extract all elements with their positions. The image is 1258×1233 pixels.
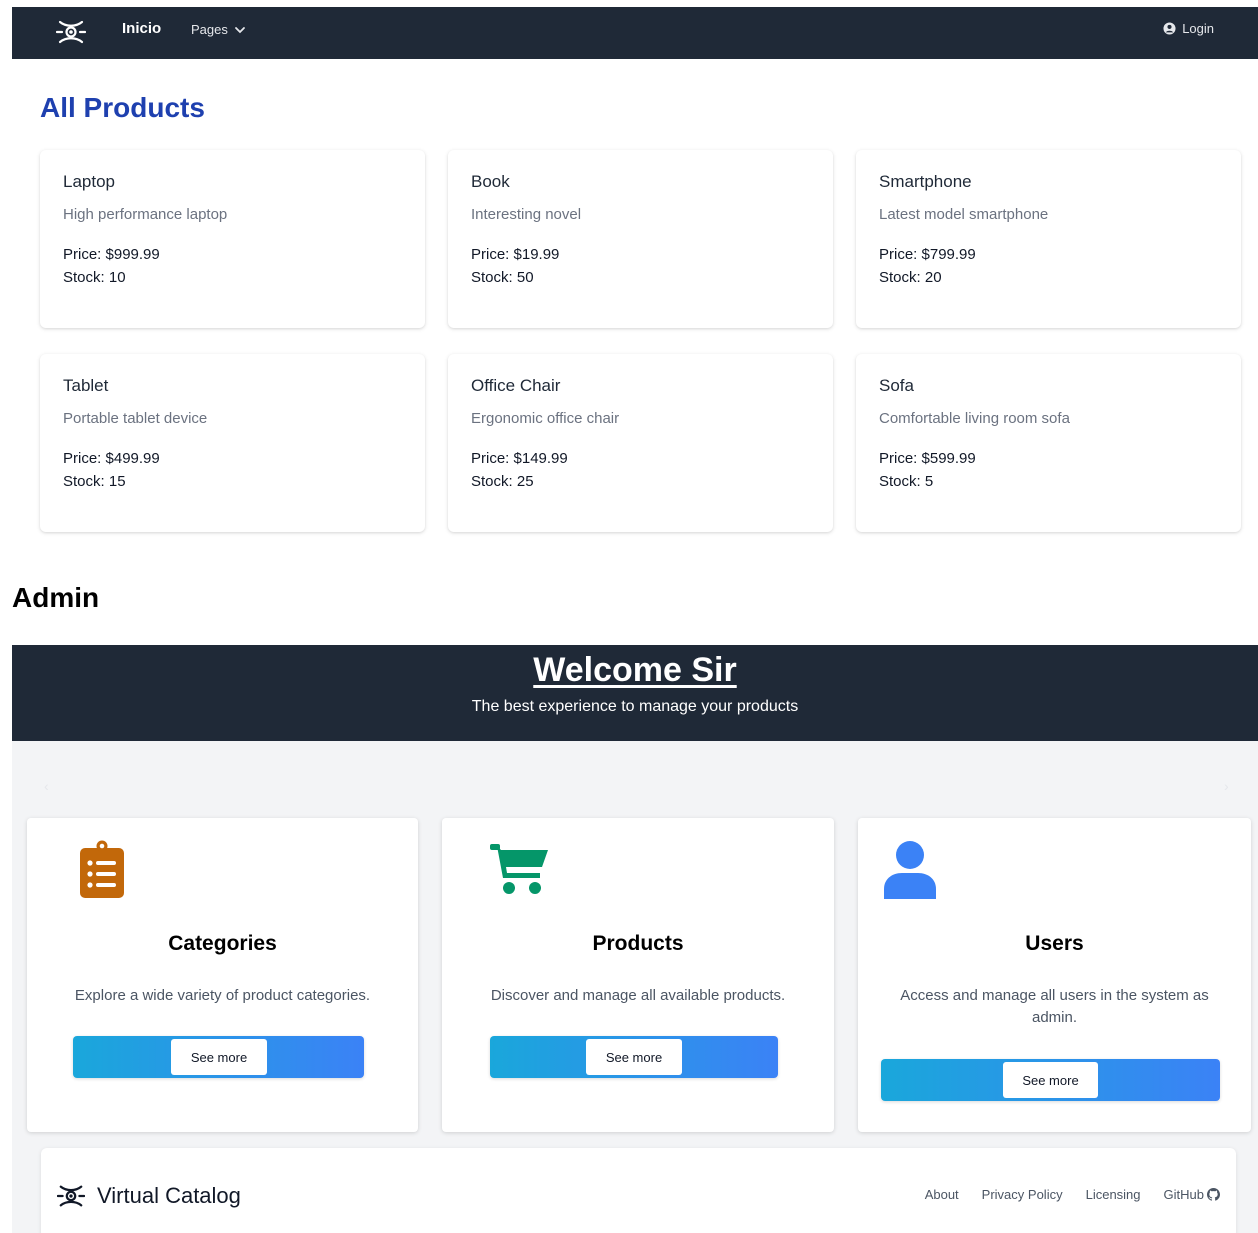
footer: Virtual Catalog About Privacy Policy Lic… bbox=[41, 1148, 1236, 1233]
product-name: Sofa bbox=[879, 376, 914, 395]
product-stock: Stock: 25 bbox=[471, 473, 534, 490]
see-more-bar: See more bbox=[490, 1036, 778, 1078]
github-icon bbox=[1207, 1188, 1220, 1201]
chevron-down-icon bbox=[234, 26, 245, 33]
product-description: Portable tablet device bbox=[63, 410, 208, 427]
see-more-bar: See more bbox=[73, 1036, 364, 1078]
user-icon bbox=[884, 841, 936, 899]
product-card[interactable]: Sofa Comfortable living room sofa Price:… bbox=[856, 354, 1241, 532]
clipboard-list-icon bbox=[80, 840, 124, 898]
nav-home-link[interactable]: Inicio bbox=[122, 20, 161, 37]
footer-link-github[interactable]: GitHub bbox=[1164, 1187, 1220, 1202]
product-name: Office Chair bbox=[471, 376, 561, 395]
footer-link-licensing[interactable]: Licensing bbox=[1086, 1187, 1141, 1202]
carousel-next-button[interactable]: › bbox=[1224, 778, 1229, 794]
admin-card-title: Products bbox=[592, 932, 684, 955]
footer-link-github-label: GitHub bbox=[1163, 1187, 1204, 1202]
product-price: Price: $149.99 bbox=[471, 450, 568, 467]
carousel-prev-button[interactable]: ‹ bbox=[44, 778, 49, 794]
product-card[interactable]: Laptop High performance laptop Price: $9… bbox=[40, 150, 425, 328]
footer-links: About Privacy Policy Licensing GitHub bbox=[925, 1187, 1220, 1202]
product-stock: Stock: 50 bbox=[471, 269, 534, 286]
product-price: Price: $499.99 bbox=[63, 450, 160, 467]
product-card[interactable]: Tablet Portable tablet device Price: $49… bbox=[40, 354, 425, 532]
product-price: Price: $19.99 bbox=[471, 246, 560, 263]
product-description: Ergonomic office chair bbox=[471, 410, 620, 427]
see-more-button[interactable]: See more bbox=[171, 1039, 267, 1075]
product-card[interactable]: Office Chair Ergonomic office chair Pric… bbox=[448, 354, 833, 532]
admin-title: Admin bbox=[12, 582, 100, 613]
welcome-hero: Welcome Sir The best experience to manag… bbox=[12, 645, 1258, 741]
login-label: Login bbox=[1182, 21, 1214, 36]
product-stock: Stock: 20 bbox=[879, 269, 942, 286]
admin-card-description: Discover and manage all available produc… bbox=[490, 987, 786, 1004]
login-button[interactable]: Login bbox=[1163, 21, 1214, 36]
admin-card-products: Products Discover and manage all availab… bbox=[442, 818, 834, 1132]
product-stock: Stock: 15 bbox=[63, 473, 126, 490]
product-name: Laptop bbox=[63, 172, 115, 191]
nav-pages-label: Pages bbox=[191, 22, 228, 37]
product-card[interactable]: Smartphone Latest model smartphone Price… bbox=[856, 150, 1241, 328]
product-price: Price: $799.99 bbox=[879, 246, 976, 263]
hero-title: Welcome Sir bbox=[533, 651, 737, 689]
product-price: Price: $999.99 bbox=[63, 246, 160, 263]
user-circle-icon bbox=[1163, 22, 1176, 35]
logo-icon[interactable] bbox=[57, 1182, 85, 1210]
product-description: High performance laptop bbox=[63, 206, 228, 223]
product-name: Smartphone bbox=[879, 172, 972, 191]
admin-card-categories: Categories Explore a wide variety of pro… bbox=[27, 818, 418, 1132]
admin-card-description: Access and manage all users in the syste… bbox=[900, 987, 1209, 1026]
product-stock: Stock: 5 bbox=[879, 473, 934, 490]
product-stock: Stock: 10 bbox=[63, 269, 126, 286]
logo-icon[interactable] bbox=[56, 17, 86, 47]
product-name: Book bbox=[471, 172, 510, 191]
product-name: Tablet bbox=[63, 376, 109, 395]
see-more-bar: See more bbox=[881, 1059, 1220, 1101]
product-description: Comfortable living room sofa bbox=[879, 410, 1070, 427]
admin-card-description: Explore a wide variety of product catego… bbox=[74, 987, 371, 1004]
navbar: Inicio Pages Login bbox=[12, 7, 1258, 59]
admin-card-users: Users Access and manage all users in the… bbox=[858, 818, 1251, 1132]
see-more-button[interactable]: See more bbox=[586, 1039, 682, 1075]
page-title: All Products bbox=[40, 92, 205, 123]
footer-link-privacy[interactable]: Privacy Policy bbox=[982, 1187, 1063, 1202]
nav-pages-dropdown[interactable]: Pages bbox=[191, 22, 246, 37]
product-description: Latest model smartphone bbox=[879, 206, 1049, 223]
hero-subtitle: The best experience to manage your produ… bbox=[471, 698, 799, 715]
see-more-button[interactable]: See more bbox=[1003, 1062, 1098, 1098]
product-card[interactable]: Book Interesting novel Price: $19.99 Sto… bbox=[448, 150, 833, 328]
admin-card-title: Users bbox=[1025, 932, 1084, 955]
admin-card-title: Categories bbox=[168, 932, 277, 955]
footer-link-about[interactable]: About bbox=[925, 1187, 959, 1202]
product-description: Interesting novel bbox=[471, 206, 582, 223]
footer-brand[interactable]: Virtual Catalog bbox=[97, 1183, 241, 1209]
product-price: Price: $599.99 bbox=[879, 450, 976, 467]
shopping-cart-icon bbox=[490, 844, 548, 894]
